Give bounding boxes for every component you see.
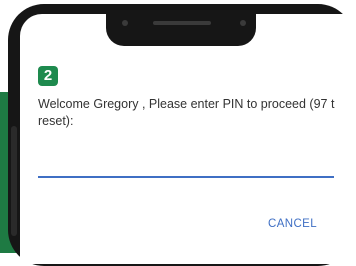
phone-notch — [106, 14, 256, 46]
speaker-grille — [153, 21, 211, 25]
pin-input[interactable] — [38, 142, 334, 178]
cancel-button[interactable]: CANCEL — [268, 218, 317, 230]
sensor-dot-icon — [240, 20, 246, 26]
app-logo-icon: 2 — [38, 66, 58, 86]
camera-dot-icon — [122, 20, 128, 26]
phone-side-button — [11, 126, 17, 236]
pin-prompt-message: Welcome Gregory , Please enter PIN to pr… — [38, 97, 335, 128]
